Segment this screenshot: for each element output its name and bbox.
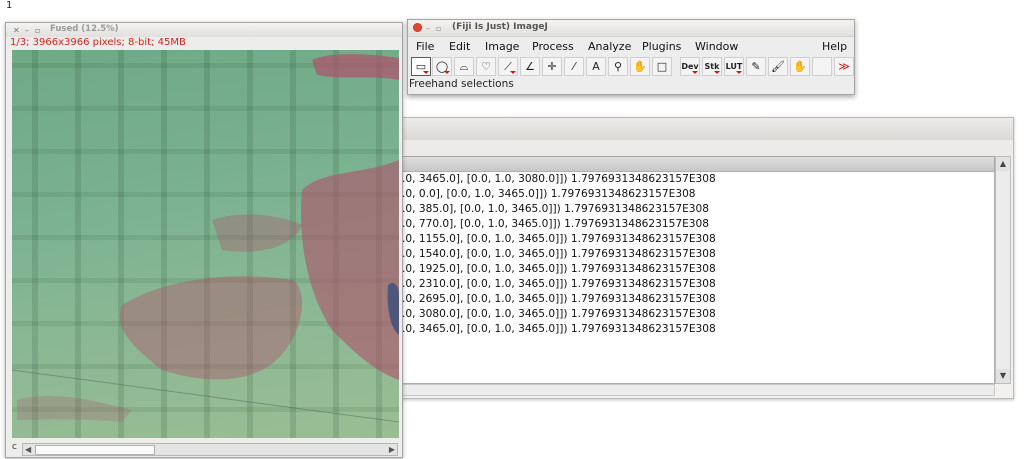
log-line: .0, 3465.0], [0.0, 1.0, 3465.0]]) 1.7976… — [402, 323, 716, 335]
close-icon[interactable]: ✕ — [13, 26, 20, 35]
color-picker-icon[interactable]: □ — [652, 57, 672, 76]
text-tool-icon[interactable]: A — [586, 57, 606, 76]
imagej-title: (Fiji Is Just) ImageJ — [452, 22, 548, 32]
dev-menu-icon[interactable]: Dev — [680, 57, 700, 76]
log-text-area[interactable]: .0, 3465.0], [0.0, 1.0, 3080.0]]) 1.7976… — [399, 171, 995, 384]
more-tools-icon[interactable]: ≫ — [834, 57, 854, 76]
rectangle-tool-icon[interactable]: ▭ — [411, 57, 431, 76]
minimize-icon[interactable]: – — [25, 26, 29, 35]
imagej-toolbar: ▭ ◯ ⌓ ♡ ⟋ ∠ ✛ ⁄ A ⚲ ✋ □ Dev Stk LUT ✎ 🖌 ✋ ≫ — [408, 56, 854, 78]
tissue-image — [12, 54, 399, 423]
scroll-right-icon[interactable]: ▶ — [389, 444, 395, 455]
log-menubar — [393, 140, 1013, 156]
log-line: .0, 1155.0], [0.0, 1.0, 3465.0]]) 1.7976… — [402, 233, 716, 245]
scroll-left-icon[interactable]: ◀ — [25, 444, 31, 455]
log-vertical-scrollbar[interactable]: ▲ ▼ — [995, 156, 1011, 384]
image-title: Fused (12.5%) — [50, 24, 119, 34]
log-window: .0, 3465.0], [0.0, 1.0, 3080.0]]) 1.7976… — [392, 117, 1014, 399]
wand-tool-icon[interactable]: ⁄ — [564, 57, 584, 76]
image-window: ✕ – ▫ Fused (12.5%) 1/3; 3966x3966 pixel… — [5, 22, 403, 458]
line-tool-icon[interactable]: ⟋ — [498, 57, 518, 76]
image-canvas[interactable] — [12, 50, 399, 438]
log-line: .0, 385.0], [0.0, 1.0, 3465.0]]) 1.79769… — [402, 203, 710, 215]
log-column-header — [399, 156, 995, 172]
channel-scrollbar[interactable]: ◀ ▶ — [22, 443, 398, 456]
log-line: .0, 2310.0], [0.0, 1.0, 3465.0]]) 1.7976… — [402, 278, 716, 290]
pencil-tool-icon[interactable]: ✎ — [746, 57, 766, 76]
menu-image[interactable]: Image — [485, 40, 519, 53]
log-line: .0, 1925.0], [0.0, 1.0, 3465.0]]) 1.7976… — [402, 263, 716, 275]
dropdown-triangle-icon — [510, 71, 516, 74]
dropdown-triangle-icon — [444, 71, 450, 74]
maximize-icon[interactable]: ▫ — [436, 24, 441, 33]
menu-edit[interactable]: Edit — [449, 40, 470, 53]
hand-tool-icon[interactable]: ✋ — [630, 57, 650, 76]
menu-file[interactable]: File — [416, 40, 434, 53]
scroll-thumb[interactable] — [35, 445, 155, 455]
minimize-icon[interactable]: – — [426, 24, 430, 33]
menu-process[interactable]: Process — [532, 40, 574, 53]
imagej-titlebar[interactable]: – ▫ (Fiji Is Just) ImageJ — [408, 20, 854, 37]
status-text: Freehand selections — [409, 78, 514, 90]
desktop-label: 1 — [6, 0, 13, 11]
log-line: .0, 2695.0], [0.0, 1.0, 3465.0]]) 1.7976… — [402, 293, 716, 305]
imagej-menubar: File Edit Image Process Analyze Plugins Window… — [408, 37, 854, 56]
stk-menu-icon[interactable]: Stk — [702, 57, 722, 76]
dropdown-triangle-icon — [692, 71, 698, 74]
empty-slot[interactable] — [812, 57, 832, 76]
channel-label: c — [12, 442, 17, 452]
log-horizontal-scrollbar[interactable] — [399, 384, 995, 396]
log-line: .0, 770.0], [0.0, 1.0, 3465.0]]) 1.79769… — [402, 218, 710, 230]
freehand-tool-icon[interactable]: ♡ — [476, 57, 496, 76]
brush-tool-icon[interactable]: 🖌 — [768, 57, 788, 76]
polygon-tool-icon[interactable]: ⌓ — [454, 57, 474, 76]
lut-menu-icon[interactable]: LUT — [724, 57, 744, 76]
menu-help[interactable]: Help — [822, 40, 847, 53]
dropdown-triangle-icon — [714, 71, 720, 74]
close-icon[interactable] — [413, 23, 422, 32]
dropdown-triangle-icon — [736, 71, 742, 74]
oval-tool-icon[interactable]: ◯ — [432, 57, 452, 76]
scroll-down-icon[interactable]: ▼ — [996, 369, 1010, 383]
scroll-up-icon[interactable]: ▲ — [996, 157, 1010, 171]
menu-plugins[interactable]: Plugins — [642, 40, 681, 53]
image-info: 1/3; 3966x3966 pixels; 8-bit; 45MB — [10, 37, 186, 48]
imagej-window: – ▫ (Fiji Is Just) ImageJ File Edit Image P… — [407, 19, 855, 95]
log-line: .0, 1540.0], [0.0, 1.0, 3465.0]]) 1.7976… — [402, 248, 716, 260]
log-line: .0, 3465.0], [0.0, 1.0, 3080.0]]) 1.7976… — [402, 173, 716, 185]
log-line: .0, 0.0], [0.0, 1.0, 3465.0]]) 1.7976931… — [402, 188, 696, 200]
image-titlebar[interactable]: ✕ – ▫ Fused (12.5%) — [6, 23, 402, 37]
magnifier-tool-icon[interactable]: ⚲ — [608, 57, 628, 76]
angle-tool-icon[interactable]: ∠ — [520, 57, 540, 76]
dropdown-triangle-icon — [423, 71, 429, 74]
flood-fill-tool-icon[interactable]: ✋ — [790, 57, 810, 76]
point-tool-icon[interactable]: ✛ — [542, 57, 562, 76]
maximize-icon[interactable]: ▫ — [35, 26, 40, 35]
menu-analyze[interactable]: Analyze — [588, 40, 631, 53]
log-line: .0, 3080.0], [0.0, 1.0, 3465.0]]) 1.7976… — [402, 308, 716, 320]
log-titlebar[interactable] — [393, 118, 1013, 141]
image-bottom-bar: c ◀ ▶ — [6, 439, 402, 457]
menu-window[interactable]: Window — [695, 40, 738, 53]
